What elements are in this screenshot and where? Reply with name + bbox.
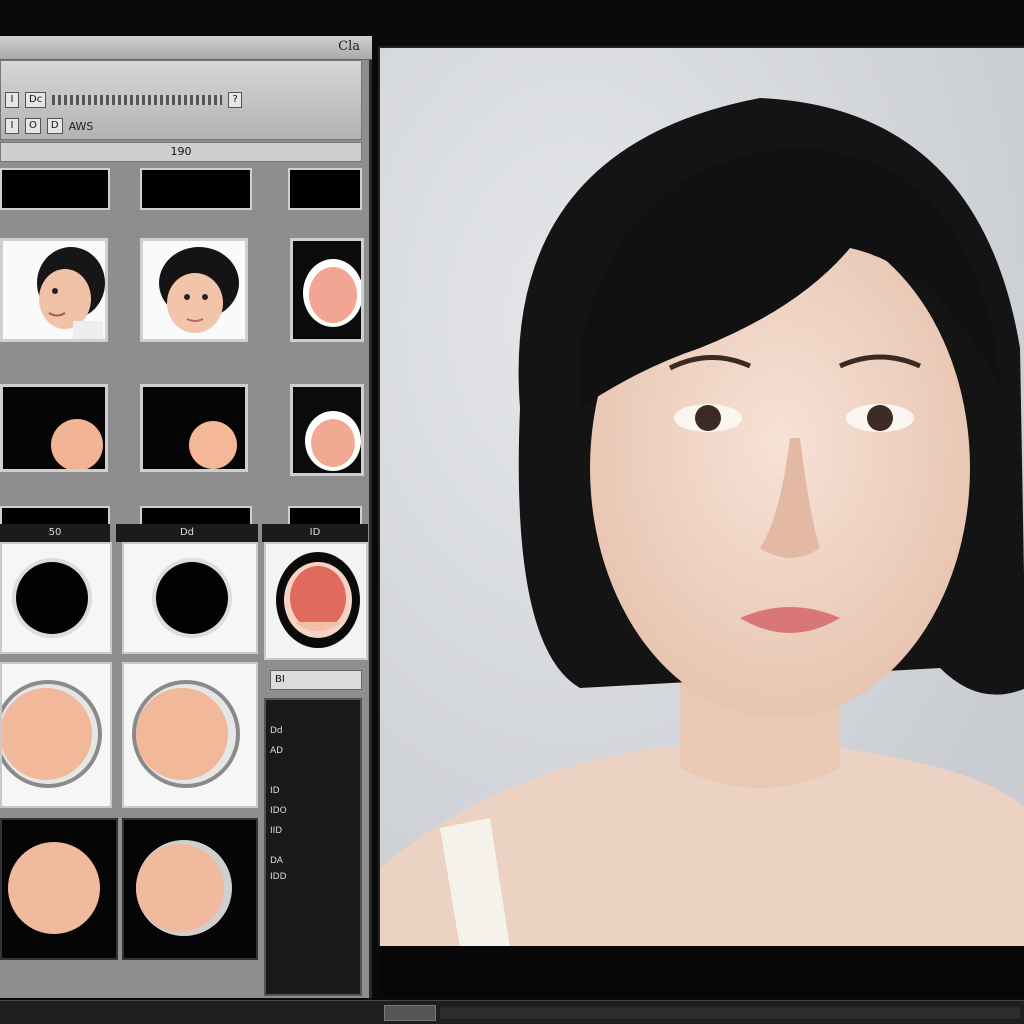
dark-ring-swatch-2[interactable] <box>122 542 258 654</box>
frame-counter: 190 <box>0 142 362 162</box>
skin-swatch-thumb-3[interactable] <box>140 384 248 472</box>
status-bar <box>0 1000 1024 1024</box>
skin-swatch-icon <box>8 842 100 934</box>
side-list-item[interactable]: Dd <box>270 726 283 738</box>
toolbar-label: AWS <box>68 119 94 133</box>
toolbar-button[interactable]: I <box>5 118 19 134</box>
skin-swatch-icon <box>3 387 105 469</box>
mouth-swatch[interactable] <box>264 542 368 660</box>
photo-viewer[interactable] <box>378 46 1024 946</box>
side-list-item[interactable]: IID <box>270 826 282 838</box>
skin-swatch-icon <box>136 840 232 936</box>
toolbar-button[interactable]: I <box>5 92 19 108</box>
toolbar-ruler <box>52 95 223 105</box>
skin-swatch-icon <box>293 241 361 339</box>
skin-swatch-icon <box>293 387 361 473</box>
skin-dot-swatch-1[interactable] <box>0 818 118 960</box>
side-list-item[interactable]: IDO <box>270 806 287 818</box>
skin-swatch-thumb-4[interactable] <box>290 384 364 476</box>
skin-compact-2[interactable] <box>122 662 258 808</box>
side-label: BI <box>270 670 362 690</box>
face-thumbnail-1[interactable] <box>0 238 108 342</box>
swatch-header: 50 <box>0 524 110 542</box>
panel-toolbar: I Dc ? I O D AWS <box>0 60 362 140</box>
dark-ring-swatch-1[interactable] <box>0 542 112 654</box>
timeline-strip[interactable] <box>440 1007 1020 1019</box>
face-thumbnail-2[interactable] <box>140 238 248 342</box>
preview-slot[interactable] <box>0 168 110 210</box>
preview-slot[interactable] <box>140 168 252 210</box>
side-list-item[interactable]: DA <box>270 856 283 868</box>
color-ring-icon <box>152 558 232 638</box>
skin-swatch-icon <box>2 680 102 788</box>
color-ring-icon <box>12 558 92 638</box>
toolbar-button[interactable]: O <box>25 118 41 134</box>
skin-compact-1[interactable] <box>0 662 112 808</box>
toolbar-button[interactable]: ? <box>228 92 243 108</box>
skin-swatch-icon <box>132 680 240 788</box>
side-list-item[interactable]: AD <box>270 746 283 758</box>
skin-swatch-thumb-2[interactable] <box>0 384 108 472</box>
viewer-footer <box>378 946 1024 998</box>
toolbar-row-1: I Dc ? <box>5 89 243 111</box>
preview-slot[interactable] <box>288 168 362 210</box>
toolbar-row-2: I O D AWS <box>5 115 93 137</box>
panel-titlebar: Cla <box>0 36 372 60</box>
side-list-item[interactable]: ID <box>270 786 280 798</box>
side-list: Dd AD ID IDO IID DA IDD <box>264 698 362 996</box>
skin-swatch-icon <box>143 387 245 469</box>
swatch-header: ID <box>262 524 368 542</box>
face-thumbnail-icon <box>143 241 245 339</box>
side-list-item[interactable]: IDD <box>270 872 287 884</box>
skin-swatch-thumb-1[interactable] <box>290 238 364 342</box>
status-chip[interactable] <box>384 1005 436 1021</box>
portrait-image <box>380 48 1024 946</box>
face-thumbnail-icon <box>3 241 105 339</box>
toolbar-button[interactable]: D <box>46 118 63 134</box>
panel-title: Cla <box>338 39 360 54</box>
swatch-header: Dd <box>116 524 258 542</box>
mouth-icon <box>266 544 366 658</box>
toolbar-button[interactable]: Dc <box>25 92 47 108</box>
skin-dot-swatch-2[interactable] <box>122 818 258 960</box>
